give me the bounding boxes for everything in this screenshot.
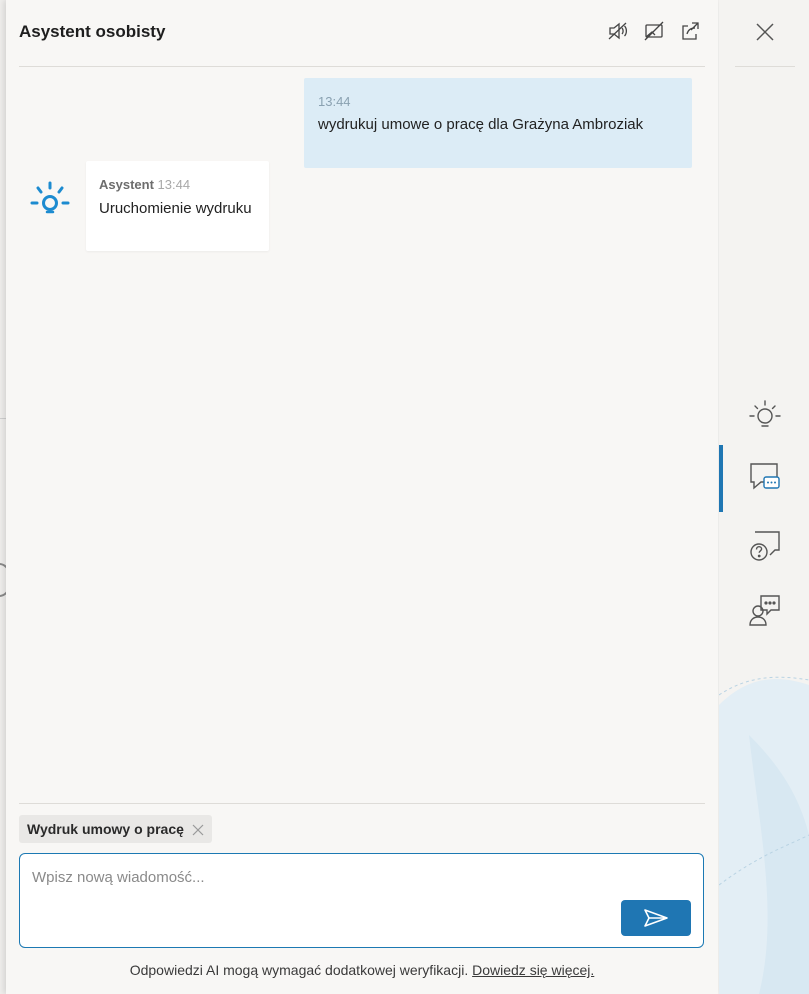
header-actions xyxy=(607,20,701,42)
message-sender: Asystent xyxy=(99,177,154,192)
message-time: 13:44 xyxy=(157,177,191,192)
assistant-message: Asystent 13:44 Uruchomienie wydruku xyxy=(86,161,269,251)
close-icon[interactable] xyxy=(192,823,204,836)
help-chat-icon[interactable] xyxy=(747,528,783,564)
message-composer xyxy=(19,853,704,948)
close-panel-icon[interactable] xyxy=(755,22,775,42)
send-icon xyxy=(644,909,668,927)
message-text: wydrukuj umowe o pracę dla Grażyna Ambro… xyxy=(318,116,644,133)
no-video-icon[interactable] xyxy=(643,20,665,42)
right-rail xyxy=(719,0,809,994)
ai-disclaimer: Odpowiedzi AI mogą wymagać dodatkowej we… xyxy=(6,962,718,978)
assistant-avatar-icon xyxy=(28,180,72,216)
context-chip: Wydruk umowy o pracę xyxy=(19,815,212,843)
message-time: 13:44 xyxy=(318,94,351,109)
rail-divider xyxy=(735,66,795,67)
contact-chat-icon[interactable] xyxy=(747,592,783,628)
panel-header: Asystent osobisty xyxy=(19,0,705,67)
chat-icon[interactable] xyxy=(747,460,783,496)
rail-active-indicator xyxy=(719,445,723,512)
message-text: Uruchomienie wydruku xyxy=(99,200,252,217)
share-icon[interactable] xyxy=(679,20,701,42)
send-button[interactable] xyxy=(621,900,691,936)
user-message: 13:44 wydrukuj umowe o pracę dla Grażyna… xyxy=(304,78,692,168)
message-input[interactable] xyxy=(20,854,684,924)
panel-title: Asystent osobisty xyxy=(19,22,166,41)
mute-speaker-icon[interactable] xyxy=(607,20,629,42)
learn-more-link[interactable]: Dowiedz się więcej. xyxy=(472,962,594,978)
disclaimer-text: Odpowiedzi AI mogą wymagać dodatkowej we… xyxy=(129,962,469,978)
assistant-panel: Asystent osobisty 13:44 wydrukuj umowe o… xyxy=(6,0,718,994)
composer-divider xyxy=(19,803,705,804)
message-meta: Asystent 13:44 xyxy=(99,177,269,192)
decorative-background xyxy=(719,676,809,994)
context-chip-label: Wydruk umowy o pracę xyxy=(27,821,184,837)
assistant-bulb-icon[interactable] xyxy=(747,396,783,432)
